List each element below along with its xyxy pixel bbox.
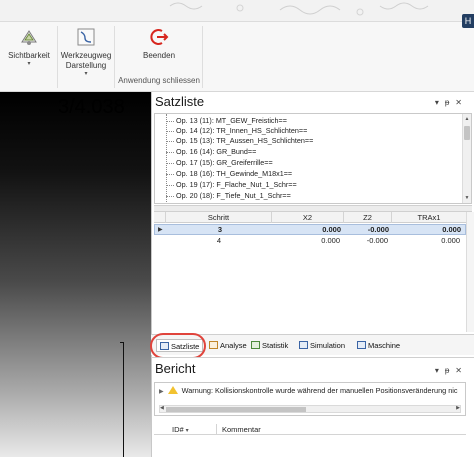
visibility-icon	[21, 30, 37, 45]
scrollbar-thumb[interactable]	[464, 126, 470, 140]
bericht-table-header: ID# ▾ Kommentar	[154, 424, 466, 435]
table-row-selected[interactable]: ▶ 3 0.000 -0.000 0.000	[154, 224, 466, 235]
ribbon-separator	[114, 26, 115, 88]
viewport-value: 3/4.038	[58, 96, 125, 118]
sort-icon: ▾	[185, 428, 189, 434]
scroll-left-icon[interactable]: ◀	[160, 405, 164, 411]
tree-item[interactable]: Op. 19 (17): F_Flache_Nut_1_Schr==	[166, 180, 297, 190]
toolpath-display-button[interactable]: Werkzeugweg Darstellung ▾	[58, 26, 114, 77]
cell-x2: 0.000	[321, 236, 340, 245]
exit-label: Beenden	[142, 51, 176, 60]
simulation-viewport[interactable]: 3/4.038	[0, 92, 151, 457]
ribbon: H Sichtbarkeit ▾ Werkzeugweg Darstellung…	[0, 0, 474, 92]
panel-menu-icon[interactable]: ▾	[435, 98, 445, 107]
tree-scrollbar[interactable]: ▲ ▼	[462, 114, 471, 203]
tab-simulation[interactable]: Simulation	[299, 339, 345, 352]
analysis-icon	[209, 341, 218, 349]
cell-schritt: 4	[216, 236, 222, 245]
tab-analyse[interactable]: Analyse	[209, 339, 247, 352]
warning-item[interactable]: ▶ Warnung: Kollisionskontrolle wurde währ…	[159, 386, 458, 395]
panel-menu-icon[interactable]: ▾	[435, 366, 445, 375]
tree-item[interactable]: Op. 14 (12): TR_Innen_HS_Schlichten==	[166, 126, 307, 136]
column-header-id[interactable]: ID# ▾	[172, 424, 189, 435]
scroll-up-icon[interactable]: ▲	[463, 115, 471, 123]
expand-arrow-icon[interactable]: ▶	[159, 389, 164, 395]
values-grid: Schritt X2 Z2 TRAx1 ▶ 3 0.000 -0.000 0.0…	[154, 212, 466, 332]
pin-icon[interactable]: ᵽ	[445, 366, 455, 375]
column-header-z2[interactable]: Z2	[344, 212, 392, 223]
help-button[interactable]: H	[462, 14, 474, 28]
tab-maschine[interactable]: Maschine	[357, 339, 400, 352]
ribbon-group-label: Anwendung schliessen	[118, 76, 200, 85]
warning-hscrollbar[interactable]: ◀ ▶	[159, 405, 461, 413]
close-icon[interactable]: ✕	[455, 366, 468, 375]
tree-item[interactable]: Op. 20 (18): F_Tiefe_Nut_1_Schr==	[166, 191, 291, 201]
ribbon-tab-strip	[0, 0, 474, 22]
toolpath-label-line1: Werkzeugweg	[60, 51, 112, 60]
toolpath-label-line2: Darstellung	[65, 61, 107, 70]
panel-splitter[interactable]	[154, 205, 472, 212]
tab-statistik[interactable]: Statistik	[251, 339, 288, 352]
ribbon-decoration	[169, 2, 429, 16]
ribbon-separator	[202, 26, 203, 88]
cell-trax1: 0.000	[442, 225, 461, 234]
satzliste-panel-controls: ▾ᵽ✕	[435, 98, 468, 107]
chevron-down-icon: ▾	[27, 61, 31, 67]
bericht-title: Bericht	[155, 361, 196, 376]
tree-item[interactable]: Op. 16 (14): GR_Bund==	[166, 147, 256, 157]
operation-tree[interactable]: Op. 13 (11): MT_GEW_Freistich== Op. 14 (…	[154, 113, 472, 204]
highlight-annotation	[150, 333, 206, 359]
row-pointer-icon: ▶	[158, 227, 163, 233]
exit-button[interactable]: Beenden	[124, 26, 194, 61]
scroll-down-icon[interactable]: ▼	[463, 194, 471, 202]
column-separator	[216, 424, 217, 435]
tree-item[interactable]: Op. 17 (15): GR_Greiferrille==	[166, 158, 273, 168]
cell-z2: -0.000	[366, 236, 388, 245]
scroll-right-icon[interactable]: ▶	[456, 405, 460, 411]
column-header-trax1[interactable]: TRAx1	[392, 212, 466, 223]
simulation-icon	[299, 341, 308, 349]
tree-item[interactable]: Op. 18 (16): TH_Gewinde_M18x1==	[166, 169, 292, 179]
warning-icon	[167, 386, 178, 394]
cell-trax1: 0.000	[441, 236, 460, 245]
table-row[interactable]: 4 0.000 -0.000 0.000	[154, 236, 466, 247]
viewport-line	[123, 342, 124, 457]
grid-header: Schritt X2 Z2 TRAx1	[154, 212, 466, 223]
visibility-button[interactable]: Sichtbarkeit ▾	[4, 26, 54, 67]
warning-list[interactable]: ▶ Warnung: Kollisionskontrolle wurde währ…	[154, 382, 466, 416]
grid-scrollbar[interactable]	[466, 212, 474, 332]
statistics-icon	[251, 341, 260, 349]
column-header-kommentar[interactable]: Kommentar	[222, 424, 261, 435]
scrollbar-thumb[interactable]	[166, 407, 306, 412]
bericht-panel-controls: ▾ᵽ✕	[435, 366, 468, 375]
tree-item[interactable]: Op. 13 (11): MT_GEW_Freistich==	[166, 116, 287, 126]
close-icon[interactable]: ✕	[455, 98, 468, 107]
cell-schritt: 3	[217, 225, 223, 234]
machine-icon	[357, 341, 366, 349]
column-header-schritt[interactable]: Schritt	[166, 212, 272, 223]
tree-item[interactable]: Op. 15 (13): TR_Aussen_HS_Schlichten==	[166, 136, 313, 146]
grid-header-corner	[154, 212, 166, 223]
pin-icon[interactable]: ᵽ	[445, 98, 455, 107]
satzliste-title: Satzliste	[155, 94, 205, 109]
cell-x2: 0.000	[322, 225, 341, 234]
column-header-x2[interactable]: X2	[272, 212, 344, 223]
visibility-label: Sichtbarkeit	[8, 51, 50, 60]
toolpath-icon	[77, 28, 95, 46]
exit-icon	[150, 29, 169, 45]
cell-z2: -0.000	[367, 225, 389, 234]
chevron-down-icon: ▾	[84, 71, 88, 77]
